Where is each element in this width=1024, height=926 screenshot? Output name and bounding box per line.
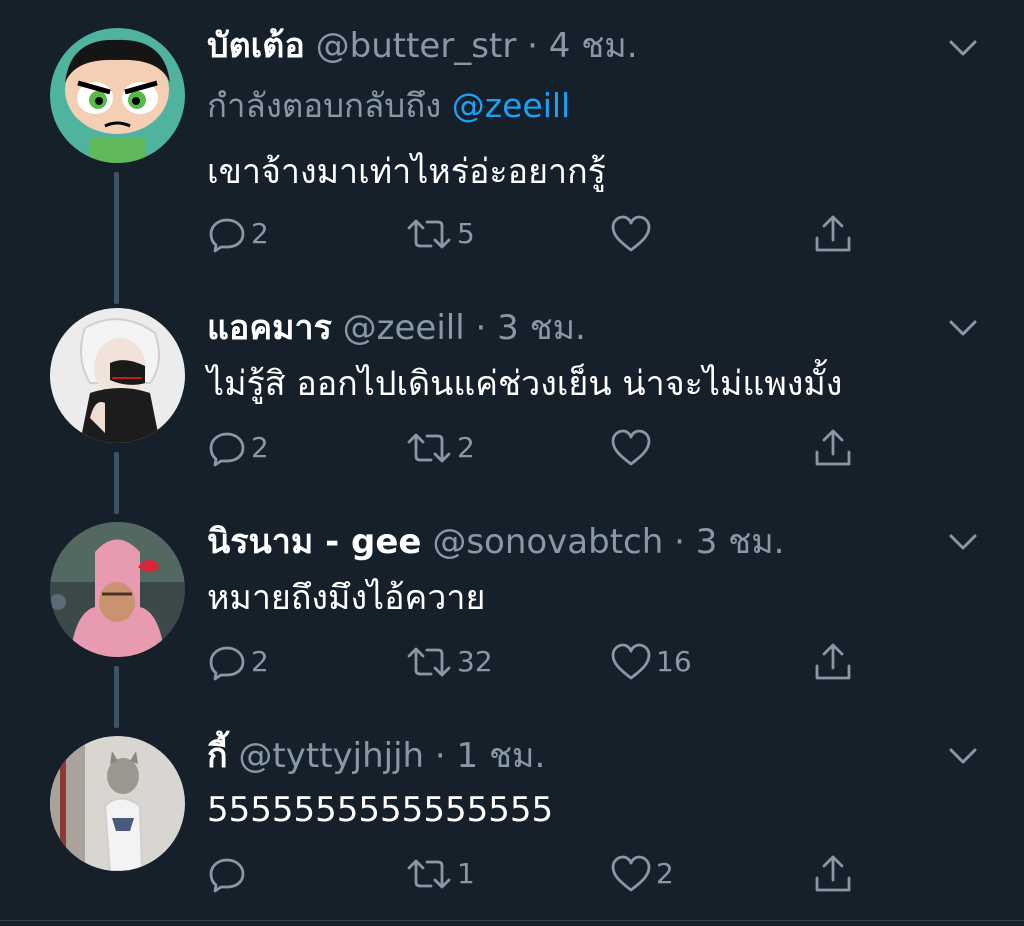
tweet-text: หมายถึงมึงไอ้ควาย xyxy=(207,578,486,618)
display-name[interactable]: บัตเต้อ xyxy=(207,26,305,66)
chevron-down-icon[interactable] xyxy=(948,318,978,338)
retweet-icon xyxy=(407,859,451,889)
retweet-count: 1 xyxy=(457,857,475,890)
thread-line xyxy=(114,452,119,514)
retweet-icon xyxy=(407,433,451,463)
share-icon xyxy=(815,643,851,680)
avatar[interactable] xyxy=(50,308,185,443)
reply-count: 2 xyxy=(251,217,269,250)
reply-icon xyxy=(209,858,245,893)
separator-dot: · xyxy=(674,522,685,562)
share-button[interactable] xyxy=(812,426,854,470)
share-button[interactable] xyxy=(812,852,854,896)
share-icon xyxy=(815,429,851,466)
like-count: 2 xyxy=(656,857,674,890)
handle[interactable]: @sonovabtch xyxy=(432,522,663,562)
retweet-button[interactable]: 32 xyxy=(405,640,493,684)
mention-link[interactable]: @zeeill xyxy=(452,86,570,125)
timestamp[interactable]: 1 ชม. xyxy=(457,736,546,776)
handle[interactable]: @tyttyjhjjh xyxy=(238,736,424,776)
retweet-button[interactable]: 1 xyxy=(405,852,475,896)
tweet-header: แอคมาร @zeeill · 3 ชม. xyxy=(207,306,586,350)
separator-dot: · xyxy=(434,736,446,776)
handle[interactable]: @butter_str xyxy=(316,26,517,66)
chevron-down-icon[interactable] xyxy=(948,38,978,58)
cat-icon xyxy=(50,736,185,871)
share-button[interactable] xyxy=(812,640,854,684)
share-button[interactable] xyxy=(812,212,854,256)
retweet-icon xyxy=(407,647,451,677)
chevron-down-icon[interactable] xyxy=(948,532,978,552)
avatar[interactable] xyxy=(50,522,185,657)
timestamp[interactable]: 3 ชม. xyxy=(497,308,586,348)
handle[interactable]: @zeeill xyxy=(343,308,465,348)
costume-person-icon xyxy=(50,522,185,657)
retweet-count: 2 xyxy=(457,431,475,464)
retweet-count: 5 xyxy=(457,217,475,250)
heart-icon xyxy=(611,855,651,892)
like-button[interactable] xyxy=(610,212,656,256)
chevron-down-icon[interactable] xyxy=(948,746,978,766)
share-icon xyxy=(815,215,851,252)
timestamp[interactable]: 4 ชม. xyxy=(549,26,638,66)
share-icon xyxy=(815,855,851,892)
display-name[interactable]: นิรนาม - gee xyxy=(207,522,422,562)
avatar[interactable] xyxy=(50,736,185,871)
reply-count: 2 xyxy=(251,645,269,678)
separator-dot: · xyxy=(527,26,538,66)
display-name[interactable]: กี้ xyxy=(207,736,228,776)
retweet-count: 32 xyxy=(457,645,493,678)
reply-button[interactable] xyxy=(207,852,251,896)
heart-icon xyxy=(611,643,651,680)
reply-button[interactable]: 2 xyxy=(207,426,269,470)
anime-character-icon xyxy=(50,308,185,443)
reply-icon xyxy=(209,432,245,467)
replying-to-label: กำลังตอบกลับถึง xyxy=(207,86,442,125)
reply-icon xyxy=(209,218,245,253)
tweet-text: 5555555555555555 xyxy=(207,790,554,830)
thread-line xyxy=(114,172,119,304)
heart-icon xyxy=(611,429,651,466)
timestamp[interactable]: 3 ชม. xyxy=(696,522,785,562)
retweet-button[interactable]: 2 xyxy=(405,426,475,470)
tweet-text: ไม่รู้สิ ออกไปเดินแค่ช่วงเย็น น่าจะไม่แพ… xyxy=(207,364,843,404)
reply-button[interactable]: 2 xyxy=(207,212,269,256)
like-button[interactable]: 16 xyxy=(610,640,692,684)
retweet-button[interactable]: 5 xyxy=(405,212,475,256)
reply-icon xyxy=(209,646,245,681)
separator-dot: · xyxy=(475,308,487,348)
divider xyxy=(0,920,1024,921)
tweet-header: นิรนาม - gee @sonovabtch · 3 ชม. xyxy=(207,520,784,564)
tweet-text: เขาจ้างมาเท่าไหร่อ่ะอยากรู้ xyxy=(207,152,606,192)
avatar[interactable] xyxy=(50,28,185,163)
heart-icon xyxy=(611,215,651,252)
like-count: 16 xyxy=(656,645,692,678)
reply-button[interactable]: 2 xyxy=(207,640,269,684)
retweet-icon xyxy=(407,219,451,249)
replying-to: กำลังตอบกลับถึง @zeeill xyxy=(207,84,570,128)
display-name[interactable]: แอคมาร xyxy=(207,308,332,348)
powerpuff-buttercup-icon xyxy=(50,28,185,163)
like-button[interactable]: 2 xyxy=(610,852,674,896)
like-button[interactable] xyxy=(610,426,656,470)
reply-count: 2 xyxy=(251,431,269,464)
tweet-header: กี้ @tyttyjhjjh · 1 ชม. xyxy=(207,734,545,778)
thread-line xyxy=(114,666,119,728)
tweet-header: บัตเต้อ @butter_str · 4 ชม. xyxy=(207,24,638,68)
